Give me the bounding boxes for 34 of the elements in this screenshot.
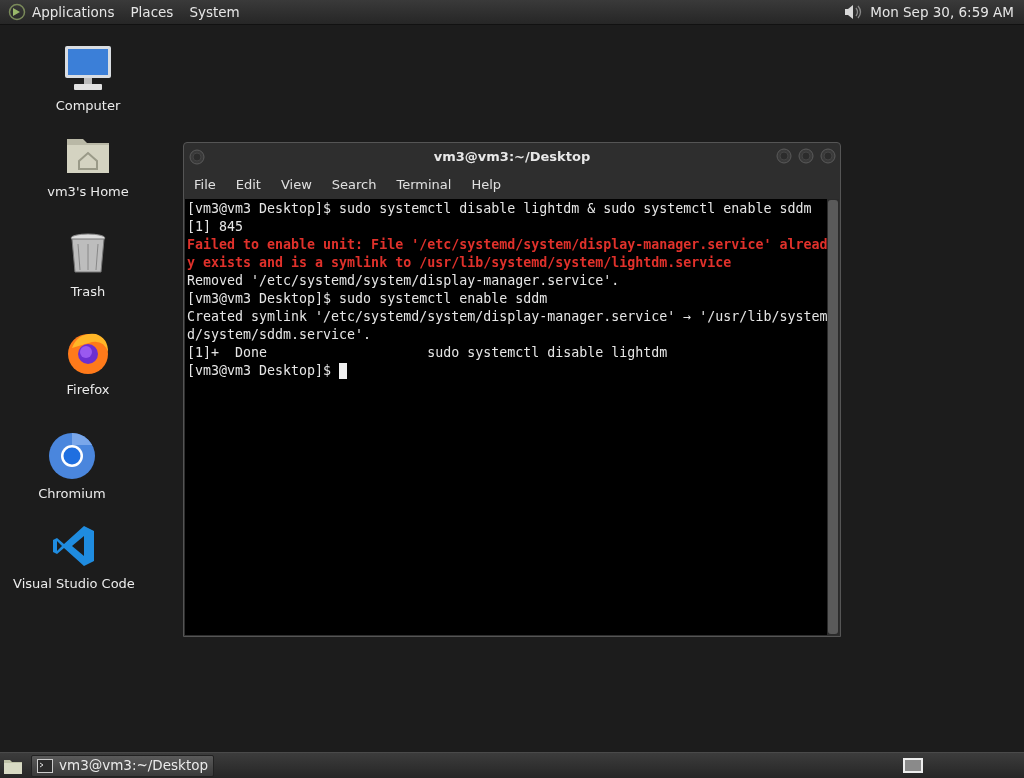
menu-item[interactable]: Search — [331, 175, 377, 195]
terminal-line: [1]+ Done sudo systemctl disable lightdm — [187, 344, 668, 362]
panel-menu[interactable]: Applications — [32, 1, 115, 23]
desktop-icon-label[interactable]: Chromium — [38, 484, 106, 504]
menu-item[interactable]: Edit — [235, 175, 261, 195]
terminal-line: [vm3@vm3 Desktop]$ — [187, 362, 332, 380]
desktop-icon-label[interactable]: vm3's Home — [47, 182, 129, 202]
terminal-line: y exists and is a symlink to /usr/lib/systemd/system/lightdm.service — [187, 254, 732, 272]
desktop-icon-label[interactable]: Firefox — [66, 380, 110, 400]
terminal-line: [1] 845 — [187, 218, 244, 236]
desktop-icon-label[interactable]: Trash — [70, 282, 106, 302]
chromium-icon[interactable] — [48, 430, 96, 482]
scrollbar[interactable] — [827, 199, 839, 635]
gnome-foot-icon[interactable] — [8, 3, 26, 21]
terminal-line: Created symlink '/etc/systemd/system/display-manager.service' → '/usr/lib/system — [187, 308, 828, 326]
menu-item[interactable]: File — [194, 175, 216, 195]
terminal-line: Removed '/etc/systemd/system/display-manager.service'. — [187, 272, 620, 290]
panel-menu[interactable]: Places — [130, 1, 174, 23]
terminal-line: Failed to enable unit: File '/etc/systemd/system/display-manager.service' alread — [187, 236, 828, 254]
clock[interactable]: Mon Sep 30, 6:59 AM — [870, 1, 1014, 23]
terminal-line: [vm3@vm3 Desktop]$ sudo systemctl disable lightdm & sudo systemctl enable sddm — [187, 200, 812, 218]
desktop-icon-label[interactable]: Computer — [55, 96, 121, 116]
menu-item[interactable]: Terminal — [396, 175, 452, 195]
speaker-icon[interactable] — [842, 3, 863, 21]
terminal-line: [vm3@vm3 Desktop]$ sudo systemctl enable sddm — [187, 290, 548, 308]
menu-item[interactable]: View — [280, 175, 312, 195]
taskbar-button[interactable]: vm3@vm3:~/Desktop — [31, 754, 215, 777]
panel-menu[interactable]: System — [189, 1, 240, 23]
desktop-icon-label[interactable]: Visual Studio Code — [13, 574, 135, 594]
terminal-icon — [37, 758, 53, 773]
window-title: vm3@vm3:~/Desktop — [433, 148, 591, 167]
menu-item[interactable]: Help — [471, 175, 502, 195]
workspace-switcher[interactable] — [903, 758, 923, 773]
terminal-line: d/system/sddm.service'. — [187, 326, 372, 344]
